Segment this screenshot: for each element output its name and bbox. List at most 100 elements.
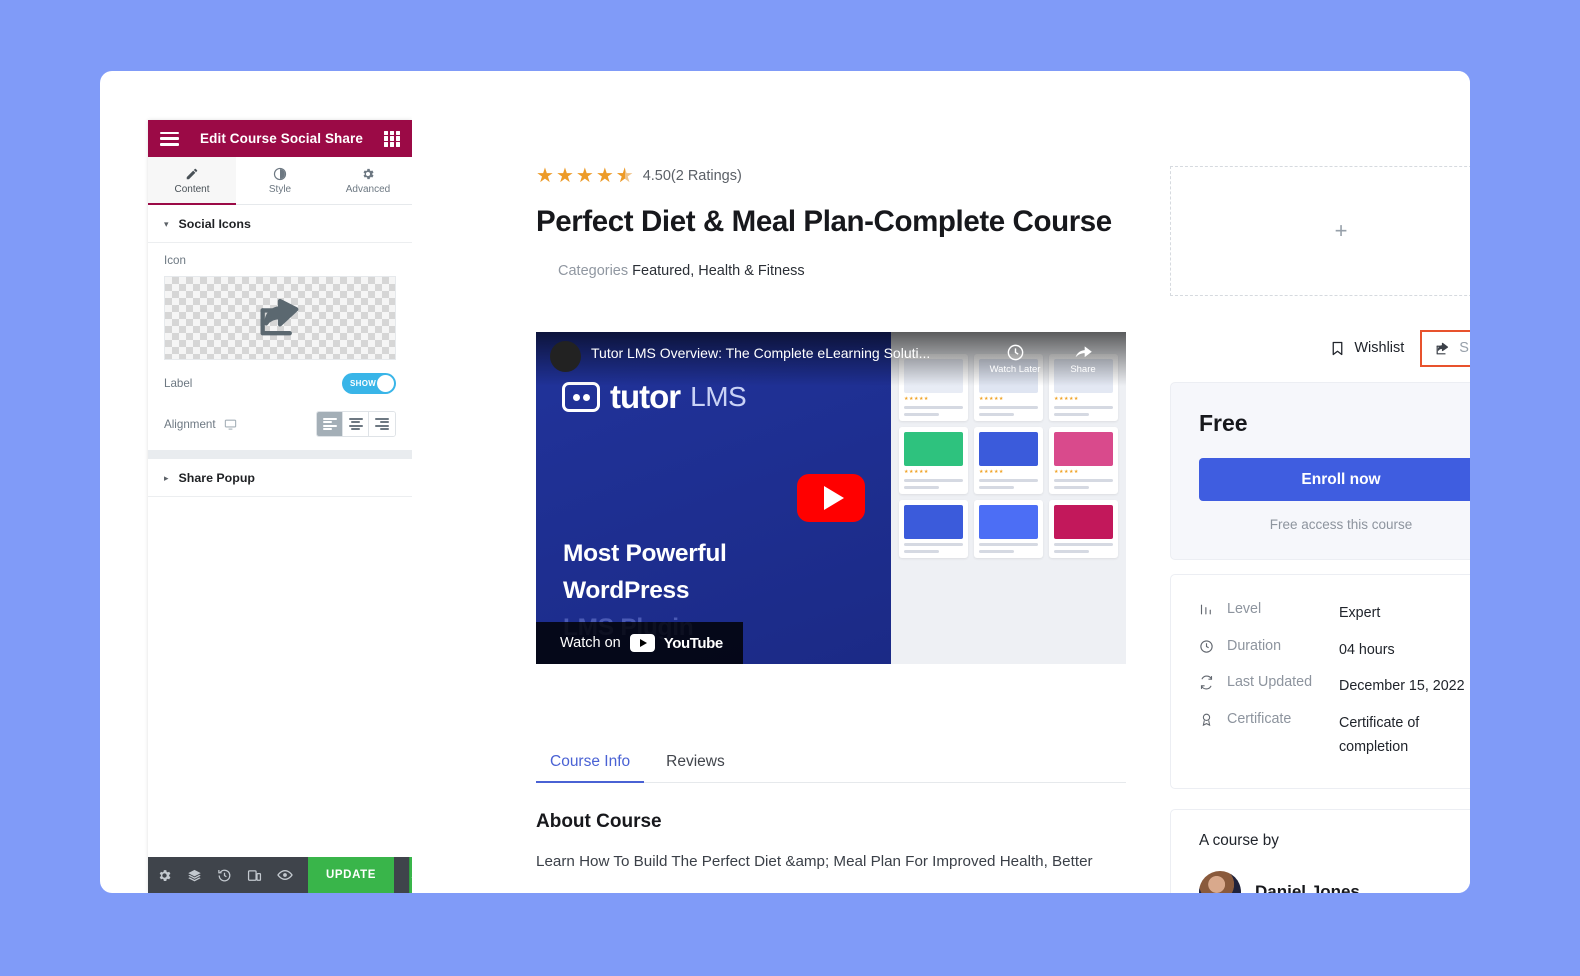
star-half-icon: ★ xyxy=(616,166,634,186)
youtube-video-title[interactable]: Tutor LMS Overview: The Complete eLearni… xyxy=(591,345,976,361)
control-label: Label SHOW xyxy=(148,360,412,407)
enroll-now-button[interactable]: Enroll now xyxy=(1199,458,1470,501)
meta-row-level: Level Expert xyxy=(1199,595,1470,632)
watch-on-label: Watch on xyxy=(560,635,621,651)
panel-header: Edit Course Social Share xyxy=(148,120,412,157)
wishlist-button[interactable]: Wishlist xyxy=(1321,334,1412,363)
share-arrow-icon xyxy=(1075,346,1092,358)
avatar xyxy=(1199,870,1241,893)
settings-gear-icon[interactable] xyxy=(157,868,172,883)
gear-icon xyxy=(363,168,374,179)
author-name: Daniel Jones xyxy=(1255,881,1360,893)
plus-icon: + xyxy=(1334,218,1348,243)
tab-advanced[interactable]: Advanced xyxy=(324,157,412,204)
youtube-share-label: Share xyxy=(1070,364,1096,375)
align-left-button[interactable] xyxy=(317,412,343,436)
enroll-card: Free Enroll now Free access this course xyxy=(1170,382,1470,560)
wishlist-label: Wishlist xyxy=(1354,340,1405,356)
share-icon xyxy=(1436,342,1449,354)
youtube-share-button[interactable]: Share xyxy=(1054,343,1112,375)
control-label-text: Label xyxy=(164,377,193,390)
meta-value-certificate: Certificate of completion xyxy=(1339,714,1420,756)
youtube-play-button[interactable] xyxy=(797,474,865,522)
section-social-icons[interactable]: ▾ Social Icons xyxy=(148,205,412,243)
course-meta-card: Level Expert Duration 04 hours Last Upda… xyxy=(1170,574,1470,789)
free-access-note: Free access this course xyxy=(1269,517,1413,532)
section-social-icons-label: Social Icons xyxy=(178,217,251,231)
youtube-channel-avatar xyxy=(550,341,581,372)
chevron-right-icon: ▸ xyxy=(164,472,169,483)
video-headline-line1: Most Powerful xyxy=(563,540,727,567)
section-share-popup[interactable]: ▸ Share Popup xyxy=(148,459,412,497)
tab-reviews[interactable]: Reviews xyxy=(652,753,739,782)
meta-value-duration: 04 hours xyxy=(1339,641,1395,658)
meta-key-last-updated: Last Updated xyxy=(1227,674,1313,691)
about-course-body: Learn How To Build The Perfect Diet &amp… xyxy=(536,853,1093,870)
history-icon[interactable] xyxy=(217,868,232,883)
icon-preview-box[interactable] xyxy=(164,276,396,360)
widgets-grid-icon[interactable] xyxy=(383,130,400,147)
course-video-player[interactable]: tutor LMS Most Powerful WordPress LMS Pl… xyxy=(536,332,1126,664)
empty-widget-dropzone[interactable]: + xyxy=(1170,166,1470,296)
bookmark-icon xyxy=(1332,341,1343,355)
control-alignment: Alignment xyxy=(148,407,412,450)
course-categories: Categories Featured, Health & Fitness xyxy=(558,263,1126,279)
hamburger-icon[interactable] xyxy=(160,131,179,146)
video-headline-line2: WordPress xyxy=(563,576,690,604)
page-preview-canvas: ★ ★ ★ ★ ★ 4.50(2 Ratings) Perfect Diet &… xyxy=(412,71,1470,893)
control-alignment-label: Alignment xyxy=(164,417,216,431)
star-icon: ★ xyxy=(536,165,554,187)
youtube-label: YouTube xyxy=(663,634,724,652)
update-button[interactable]: UPDATE xyxy=(308,857,395,893)
navigator-layers-icon[interactable] xyxy=(187,868,202,883)
youtube-overlay-bar: Tutor LMS Overview: The Complete eLearni… xyxy=(536,332,1126,386)
label-show-toggle-text: SHOW xyxy=(350,379,377,388)
tab-content[interactable]: Content xyxy=(148,157,236,205)
elementor-editor-panel: Edit Course Social Share Content Style A… xyxy=(148,120,418,893)
star-icon: ★ xyxy=(595,165,614,187)
responsive-mode-icon[interactable] xyxy=(247,868,262,883)
course-author-card: A course by Daniel Jones xyxy=(1170,808,1470,893)
tab-style[interactable]: Style xyxy=(236,157,324,204)
clock-icon xyxy=(1199,638,1227,659)
tab-content-label: Content xyxy=(174,183,210,195)
refresh-icon xyxy=(1199,674,1227,695)
course-header: ★ ★ ★ ★ ★ 4.50(2 Ratings) Perfect Diet &… xyxy=(536,166,1126,279)
share-button[interactable]: Share xyxy=(1420,329,1470,367)
contrast-icon xyxy=(273,167,287,180)
course-tabs: Course Info Reviews xyxy=(536,753,1126,783)
align-right-button[interactable] xyxy=(369,412,395,436)
watch-on-youtube-button[interactable]: Watch on YouTube xyxy=(536,622,743,664)
meta-value-last-updated: December 15, 2022 xyxy=(1339,678,1465,695)
tab-course-info[interactable]: Course Info xyxy=(536,753,645,783)
control-icon: Icon xyxy=(148,243,412,360)
label-show-toggle[interactable]: SHOW xyxy=(342,373,396,394)
watch-later-button[interactable]: Watch Later xyxy=(986,343,1044,375)
levels-bars-icon xyxy=(1199,601,1227,622)
meta-row-duration: Duration 04 hours xyxy=(1199,632,1470,669)
star-icon: ★ xyxy=(575,165,594,187)
align-center-button[interactable] xyxy=(343,412,369,436)
rating-row: ★ ★ ★ ★ ★ 4.50(2 Ratings) xyxy=(536,166,1126,186)
desktop-icon xyxy=(224,419,236,430)
about-course-heading: About Course xyxy=(536,811,662,832)
meta-value-level: Expert xyxy=(1339,605,1381,621)
categories-label: Categories xyxy=(558,263,629,280)
star-icon: ★ xyxy=(555,165,574,187)
meta-row-last-updated: Last Updated December 15, 2022 xyxy=(1199,668,1470,705)
rating-text: 4.50(2 Ratings) xyxy=(642,168,742,184)
browser-page-card: Edit Course Social Share Content Style A… xyxy=(100,71,1470,893)
control-icon-label: Icon xyxy=(164,254,186,267)
author-row[interactable]: Daniel Jones xyxy=(1199,870,1470,893)
panel-controls-area: ▾ Social Icons Icon Label SHOW Alignment… xyxy=(148,205,412,857)
section-share-popup-label: Share Popup xyxy=(178,471,255,485)
course-actions: Wishlist Share xyxy=(1170,328,1470,368)
tab-style-label: Style xyxy=(268,183,292,195)
star-rating: ★ ★ ★ ★ ★ xyxy=(536,166,634,186)
certificate-icon xyxy=(1199,711,1227,732)
meta-key-level: Level xyxy=(1227,601,1262,617)
preview-eye-icon[interactable] xyxy=(277,867,293,883)
youtube-play-icon xyxy=(629,634,655,652)
course-sidebar: + Wishlist Share xyxy=(1170,166,1470,893)
chevron-down-icon: ▾ xyxy=(164,218,169,229)
